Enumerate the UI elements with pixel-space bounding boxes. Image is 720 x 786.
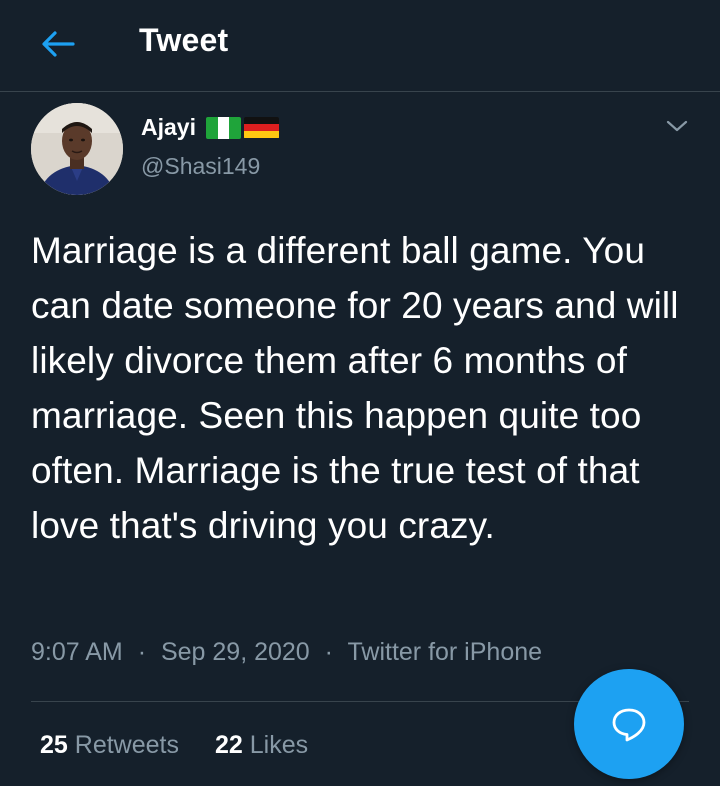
avatar-photo <box>31 103 123 195</box>
author-handle[interactable]: @Shasi149 <box>141 153 260 180</box>
arrow-left-icon <box>42 31 75 57</box>
tweet-time: 9:07 AM <box>31 638 123 666</box>
author-name-row[interactable]: Ajayi <box>141 114 279 141</box>
page-title: Tweet <box>139 22 229 58</box>
likes-stat[interactable]: 22 Likes <box>215 731 308 760</box>
tweet-text: Marriage is a different ball game. You c… <box>31 230 679 546</box>
tweet-source-link[interactable]: Twitter for iPhone <box>348 638 543 666</box>
tweet-meta: 9:07 AM · Sep 29, 2020 · Twitter for iPh… <box>31 638 542 667</box>
avatar[interactable] <box>31 103 123 195</box>
likes-label: Likes <box>249 731 309 759</box>
tweet-date: Sep 29, 2020 <box>160 638 310 666</box>
germany-flag-icon <box>243 116 279 139</box>
more-options-button[interactable] <box>662 113 692 139</box>
retweets-count: 25 <box>40 731 68 759</box>
meta-separator: · <box>137 638 147 666</box>
meta-separator: · <box>324 638 333 666</box>
reply-button[interactable] <box>574 669 684 779</box>
author-flags <box>205 116 279 139</box>
retweets-label: Retweets <box>74 731 179 759</box>
nigeria-flag-icon <box>205 116 241 139</box>
back-button[interactable] <box>36 26 80 62</box>
reply-bubble-icon <box>612 708 646 742</box>
tweet-stats: 25 Retweets 22 Likes <box>40 731 308 760</box>
retweets-stat[interactable]: 25 Retweets <box>40 731 179 760</box>
likes-count: 22 <box>214 731 243 759</box>
top-bar: Tweet <box>0 0 720 92</box>
author-name: Ajayi <box>141 114 196 140</box>
chevron-down-icon <box>666 120 688 132</box>
